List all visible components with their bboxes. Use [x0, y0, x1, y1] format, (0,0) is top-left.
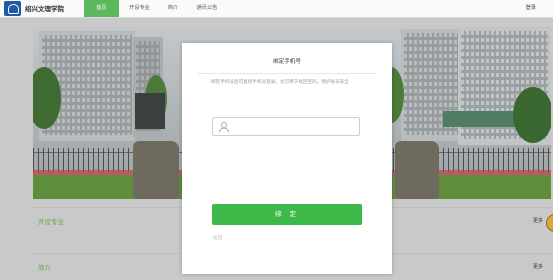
user-icon	[218, 121, 230, 133]
school-logo-icon[interactable]	[4, 1, 21, 16]
nav-item-home[interactable]: 首页	[84, 0, 119, 17]
section-title: 简介	[38, 264, 51, 272]
more-link[interactable]: 更多	[533, 217, 543, 224]
bind-button[interactable]: 绑 定	[212, 204, 362, 225]
modal-title: 绑定手机号	[273, 59, 301, 65]
site-name[interactable]: 绍兴文理学院	[25, 3, 64, 13]
top-navigation-bar: 绍兴文理学院 首页 开设专业 简介 通讯公告 登录	[0, 0, 553, 18]
back-link[interactable]: 返回	[213, 235, 222, 241]
nav-item-majors[interactable]: 开设专业	[121, 0, 158, 17]
bind-phone-modal: 绑定手机号 绑定手机号后可直接手机号登录，也可用于找回密码，保护账号安全 绑 定…	[182, 43, 392, 274]
modal-hint-text: 绑定手机号后可直接手机号登录，也可用于找回密码，保护账号安全	[211, 80, 349, 85]
more-link[interactable]: 更多	[533, 263, 543, 270]
nav-item-introduction[interactable]: 简介	[160, 0, 186, 17]
login-link[interactable]: 登录	[526, 0, 536, 17]
phone-number-input[interactable]	[235, 120, 355, 133]
phone-input-box[interactable]	[212, 117, 360, 136]
section-title: 开设专业	[38, 218, 64, 226]
modal-divider	[198, 73, 376, 74]
nav-item-announcements[interactable]: 通讯公告	[190, 0, 224, 17]
